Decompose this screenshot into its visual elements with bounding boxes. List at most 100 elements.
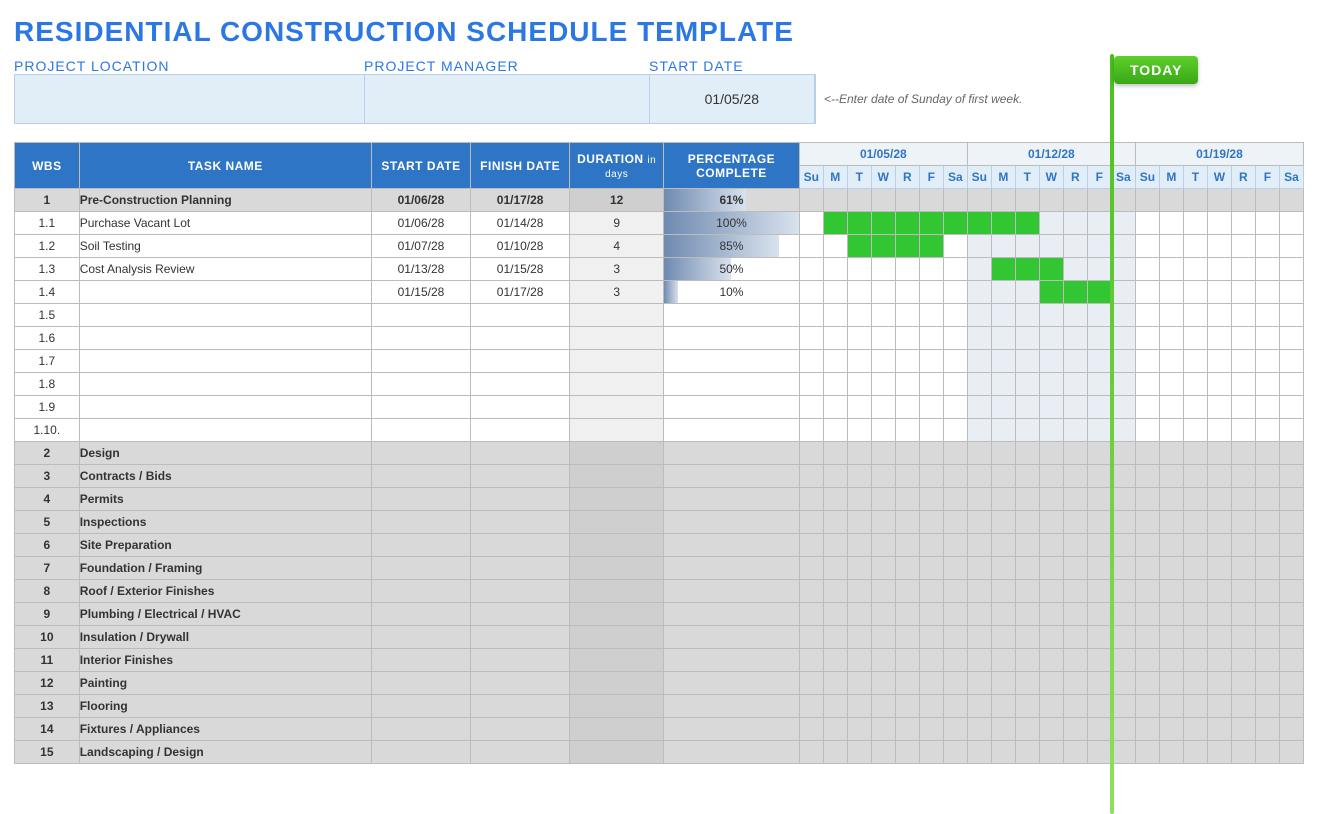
gantt-cell[interactable] xyxy=(1279,327,1303,350)
gantt-cell[interactable] xyxy=(1183,511,1207,534)
gantt-cell[interactable] xyxy=(1159,603,1183,626)
gantt-cell[interactable] xyxy=(1231,580,1255,603)
finish-cell[interactable] xyxy=(471,511,570,534)
gantt-cell[interactable] xyxy=(943,603,967,626)
gantt-cell[interactable] xyxy=(1279,465,1303,488)
gantt-cell[interactable] xyxy=(823,373,847,396)
gantt-cell[interactable] xyxy=(847,695,871,718)
gantt-cell[interactable] xyxy=(919,488,943,511)
gantt-cell[interactable] xyxy=(847,465,871,488)
gantt-cell[interactable] xyxy=(1111,649,1135,672)
gantt-cell[interactable] xyxy=(823,419,847,442)
task-cell[interactable]: Flooring xyxy=(79,695,371,718)
gantt-cell[interactable] xyxy=(799,603,823,626)
gantt-cell[interactable] xyxy=(799,327,823,350)
gantt-cell[interactable] xyxy=(967,603,991,626)
percent-cell[interactable] xyxy=(664,603,800,626)
gantt-cell[interactable] xyxy=(871,350,895,373)
gantt-cell[interactable] xyxy=(823,626,847,649)
gantt-cell[interactable] xyxy=(799,373,823,396)
gantt-cell[interactable] xyxy=(991,649,1015,672)
finish-cell[interactable] xyxy=(471,672,570,695)
gantt-cell[interactable] xyxy=(943,741,967,764)
wbs-cell[interactable]: 1.4 xyxy=(15,281,80,304)
gantt-cell[interactable] xyxy=(895,488,919,511)
gantt-cell[interactable] xyxy=(1063,534,1087,557)
percent-cell[interactable] xyxy=(664,488,800,511)
gantt-cell[interactable] xyxy=(823,350,847,373)
percent-cell[interactable] xyxy=(664,557,800,580)
task-cell[interactable] xyxy=(79,419,371,442)
duration-cell[interactable] xyxy=(570,626,664,649)
gantt-cell[interactable] xyxy=(1279,373,1303,396)
gantt-cell[interactable] xyxy=(967,580,991,603)
gantt-cell[interactable] xyxy=(919,718,943,741)
gantt-cell[interactable] xyxy=(1015,603,1039,626)
gantt-cell[interactable] xyxy=(799,534,823,557)
start-cell[interactable]: 01/06/28 xyxy=(371,212,470,235)
gantt-cell[interactable] xyxy=(1087,189,1111,212)
gantt-cell[interactable] xyxy=(991,396,1015,419)
start-cell[interactable] xyxy=(371,718,470,741)
gantt-cell[interactable] xyxy=(1159,258,1183,281)
gantt-cell[interactable] xyxy=(1255,396,1279,419)
gantt-cell[interactable] xyxy=(871,442,895,465)
gantt-cell[interactable] xyxy=(895,396,919,419)
gantt-cell[interactable] xyxy=(967,442,991,465)
gantt-cell[interactable] xyxy=(1039,741,1063,764)
gantt-cell[interactable] xyxy=(967,534,991,557)
gantt-cell[interactable] xyxy=(1087,258,1111,281)
gantt-cell[interactable] xyxy=(943,695,967,718)
gantt-cell[interactable] xyxy=(1111,557,1135,580)
gantt-cell[interactable] xyxy=(1231,557,1255,580)
gantt-cell[interactable] xyxy=(1063,580,1087,603)
gantt-cell[interactable] xyxy=(1207,304,1231,327)
gantt-cell[interactable] xyxy=(1063,557,1087,580)
gantt-cell[interactable] xyxy=(1183,718,1207,741)
gantt-cell[interactable] xyxy=(1015,741,1039,764)
gantt-cell[interactable] xyxy=(895,649,919,672)
wbs-cell[interactable]: 2 xyxy=(15,442,80,465)
finish-cell[interactable] xyxy=(471,741,570,764)
gantt-cell[interactable] xyxy=(1255,189,1279,212)
gantt-cell[interactable] xyxy=(1207,396,1231,419)
gantt-cell[interactable] xyxy=(991,534,1015,557)
percent-cell[interactable] xyxy=(664,419,800,442)
gantt-cell[interactable] xyxy=(1087,580,1111,603)
gantt-cell[interactable] xyxy=(991,626,1015,649)
start-cell[interactable] xyxy=(371,580,470,603)
duration-cell[interactable] xyxy=(570,649,664,672)
gantt-cell[interactable] xyxy=(1135,603,1159,626)
gantt-cell[interactable] xyxy=(1207,419,1231,442)
gantt-cell[interactable] xyxy=(991,189,1015,212)
duration-cell[interactable] xyxy=(570,350,664,373)
gantt-cell[interactable] xyxy=(823,672,847,695)
gantt-cell[interactable] xyxy=(847,212,871,235)
gantt-cell[interactable] xyxy=(847,350,871,373)
gantt-cell[interactable] xyxy=(847,511,871,534)
gantt-cell[interactable] xyxy=(1087,557,1111,580)
gantt-cell[interactable] xyxy=(1015,718,1039,741)
gantt-cell[interactable] xyxy=(1255,350,1279,373)
gantt-cell[interactable] xyxy=(943,626,967,649)
gantt-cell[interactable] xyxy=(1087,212,1111,235)
wbs-cell[interactable]: 1.9 xyxy=(15,396,80,419)
duration-cell[interactable] xyxy=(570,557,664,580)
start-cell[interactable] xyxy=(371,396,470,419)
gantt-cell[interactable] xyxy=(919,304,943,327)
gantt-cell[interactable] xyxy=(919,212,943,235)
gantt-cell[interactable] xyxy=(823,557,847,580)
gantt-cell[interactable] xyxy=(1063,281,1087,304)
gantt-cell[interactable] xyxy=(991,212,1015,235)
gantt-cell[interactable] xyxy=(1039,304,1063,327)
gantt-cell[interactable] xyxy=(1231,373,1255,396)
start-cell[interactable] xyxy=(371,327,470,350)
gantt-cell[interactable] xyxy=(1087,626,1111,649)
gantt-cell[interactable] xyxy=(847,442,871,465)
gantt-cell[interactable] xyxy=(871,557,895,580)
gantt-cell[interactable] xyxy=(1207,534,1231,557)
gantt-cell[interactable] xyxy=(1135,373,1159,396)
gantt-cell[interactable] xyxy=(1159,488,1183,511)
gantt-cell[interactable] xyxy=(1063,511,1087,534)
gantt-cell[interactable] xyxy=(1159,557,1183,580)
